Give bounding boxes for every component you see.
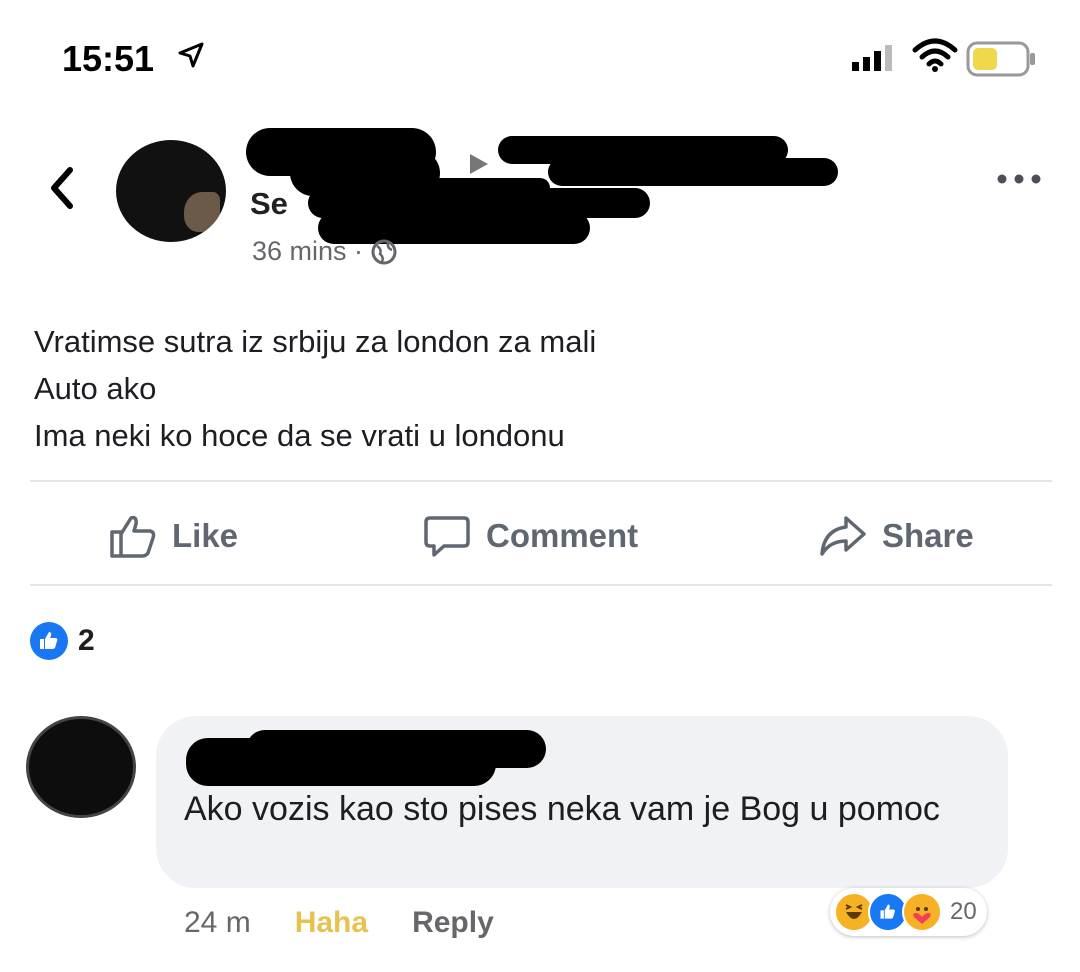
comment-text: Ako vozis kao sto pises neka vam je Bog … [184, 790, 940, 828]
reaction-count: 2 [78, 624, 95, 657]
reaction-summary[interactable]: 2 [30, 622, 95, 660]
redaction-mark [246, 730, 546, 768]
location-arrow-icon [178, 42, 204, 68]
commenter-avatar[interactable] [26, 716, 136, 818]
thumbs-up-icon [110, 515, 156, 558]
thumbs-up-icon [40, 632, 58, 649]
share-button[interactable]: Share [818, 512, 974, 560]
divider [30, 584, 1052, 586]
post-line: Vratimse sutra iz srbiju za london za ma… [34, 324, 597, 359]
post-line: Ima neki ko hoce da se vrati u londonu [34, 418, 565, 453]
share-label: Share [882, 517, 974, 554]
cellular-signal-icon [852, 45, 892, 71]
globe-icon [371, 239, 397, 264]
like-button[interactable]: Like [108, 512, 238, 560]
reply-button[interactable]: Reply [412, 906, 494, 940]
like-reaction-icon [30, 622, 68, 660]
post-line: Auto ako [34, 371, 157, 406]
haha-reaction-button[interactable]: Haha [295, 906, 368, 940]
battery-icon [966, 41, 1035, 77]
redaction-mark [430, 178, 550, 198]
wifi-icon [912, 38, 958, 72]
divider [30, 480, 1052, 482]
like-label: Like [172, 517, 239, 554]
comment-meta: 24 m Haha Reply [184, 906, 494, 940]
post-time-text: 36 mins · [252, 236, 364, 266]
comment-reaction-count: 20 [950, 898, 977, 925]
comment-icon [424, 516, 470, 557]
redaction-mark [548, 158, 838, 186]
post-timestamp[interactable]: 36 mins · [252, 236, 399, 267]
chevron-left-icon[interactable] [44, 164, 80, 212]
care-emoji-icon [902, 892, 942, 932]
comment-button[interactable]: Comment [422, 512, 638, 560]
poster-avatar[interactable] [116, 140, 226, 242]
share-arrow-icon [820, 516, 866, 556]
comment-label: Comment [486, 517, 639, 554]
post-text: Vratimse sutra iz srbiju za london za ma… [34, 318, 1034, 459]
poster-name[interactable]: Se [250, 186, 288, 222]
comment-reactions[interactable]: 20 [830, 888, 987, 936]
more-dots-icon[interactable] [996, 172, 1042, 186]
arrow-right-icon [470, 154, 488, 174]
status-time: 15:51 [62, 38, 155, 79]
comment-time: 24 m [184, 906, 251, 939]
